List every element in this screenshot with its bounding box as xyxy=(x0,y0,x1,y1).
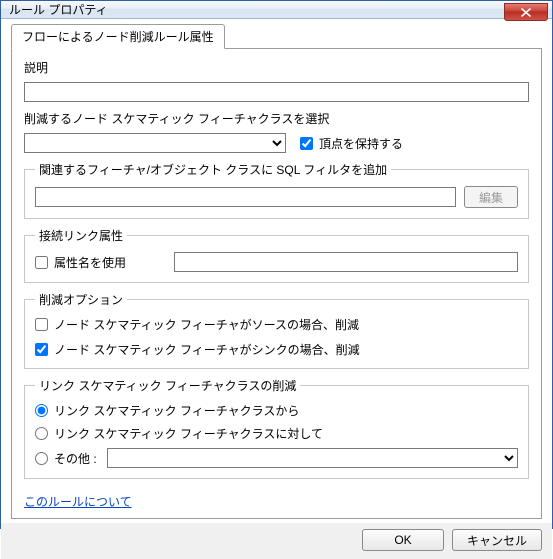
link-from-row[interactable]: リンク スケマティック フィーチャクラスから xyxy=(35,402,518,419)
link-other-label: その他 : xyxy=(54,450,97,467)
link-against-radio[interactable] xyxy=(35,427,48,440)
link-reduce-legend: リンク スケマティック フィーチャクラスの削減 xyxy=(35,377,300,394)
feature-class-select[interactable] xyxy=(24,133,286,153)
sql-filter-legend: 関連するフィーチャ/オブジェクト クラスに SQL フィルタを追加 xyxy=(35,161,391,178)
reduce-sink-row[interactable]: ノード スケマティック フィーチャがシンクの場合、削減 xyxy=(35,341,518,358)
reduce-options-legend: 削減オプション xyxy=(35,291,127,308)
link-from-radio[interactable] xyxy=(35,404,48,417)
close-icon xyxy=(521,8,531,17)
window-title: ルール プロパティ xyxy=(9,1,108,18)
feature-class-section: 削減するノード スケマティック フィーチャクラスを選択 頂点を保持する xyxy=(24,110,529,153)
reduce-source-label: ノード スケマティック フィーチャがソースの場合、削減 xyxy=(54,316,359,333)
keep-vertices-checkbox[interactable] xyxy=(300,137,313,150)
about-rule-link[interactable]: このルールについて xyxy=(24,493,529,510)
reduce-source-row[interactable]: ノード スケマティック フィーチャがソースの場合、削減 xyxy=(35,316,518,333)
ok-button[interactable]: OK xyxy=(362,529,444,551)
tab-panel: 説明 削減するノード スケマティック フィーチャクラスを選択 頂点を保持する 関… xyxy=(11,48,542,519)
reduce-sink-label: ノード スケマティック フィーチャがシンクの場合、削減 xyxy=(54,341,360,358)
link-from-label: リンク スケマティック フィーチャクラスから xyxy=(54,402,299,419)
sql-filter-input[interactable] xyxy=(35,187,456,207)
sql-filter-group: 関連するフィーチャ/オブジェクト クラスに SQL フィルタを追加 編集 xyxy=(24,161,529,219)
description-label: 説明 xyxy=(24,59,529,76)
use-attr-name-checkbox[interactable] xyxy=(35,256,48,269)
cancel-button[interactable]: キャンセル xyxy=(452,529,542,551)
connection-legend: 接続リンク属性 xyxy=(35,227,127,244)
description-section: 説明 xyxy=(24,59,529,102)
link-other-radio[interactable] xyxy=(35,452,48,465)
tabstrip: フローによるノード削減ルール属性 xyxy=(11,27,542,49)
use-attr-name-row[interactable]: 属性名を使用 xyxy=(35,254,126,271)
link-other-select[interactable] xyxy=(107,448,518,468)
description-input[interactable] xyxy=(24,82,529,102)
reduce-options-group: 削減オプション ノード スケマティック フィーチャがソースの場合、削減 ノード … xyxy=(24,291,529,369)
dialog-window: ルール プロパティ フローによるノード削減ルール属性 説明 削減するノード スケ… xyxy=(0,0,553,529)
attr-name-input[interactable] xyxy=(174,252,518,272)
keep-vertices-label: 頂点を保持する xyxy=(319,135,403,152)
link-against-row[interactable]: リンク スケマティック フィーチャクラスに対して xyxy=(35,425,518,442)
tab-label: フローによるノード削減ルール属性 xyxy=(22,30,214,44)
link-against-label: リンク スケマティック フィーチャクラスに対して xyxy=(54,425,323,442)
link-reduce-group: リンク スケマティック フィーチャクラスの削減 リンク スケマティック フィーチ… xyxy=(24,377,529,479)
sql-filter-edit-button[interactable]: 編集 xyxy=(464,186,518,208)
dialog-footer: OK キャンセル xyxy=(1,523,552,559)
connection-group: 接続リンク属性 属性名を使用 xyxy=(24,227,529,283)
titlebar: ルール プロパティ xyxy=(1,1,552,19)
keep-vertices-row[interactable]: 頂点を保持する xyxy=(300,135,403,152)
tab-flow-node-reduction[interactable]: フローによるノード削減ルール属性 xyxy=(11,24,225,49)
close-button[interactable] xyxy=(504,3,548,21)
feature-class-label: 削減するノード スケマティック フィーチャクラスを選択 xyxy=(24,110,529,127)
reduce-sink-checkbox[interactable] xyxy=(35,343,48,356)
use-attr-name-label: 属性名を使用 xyxy=(54,254,126,271)
link-other-row[interactable]: その他 : xyxy=(35,450,97,467)
reduce-source-checkbox[interactable] xyxy=(35,318,48,331)
dialog-body: フローによるノード削減ルール属性 説明 削減するノード スケマティック フィーチ… xyxy=(1,19,552,523)
